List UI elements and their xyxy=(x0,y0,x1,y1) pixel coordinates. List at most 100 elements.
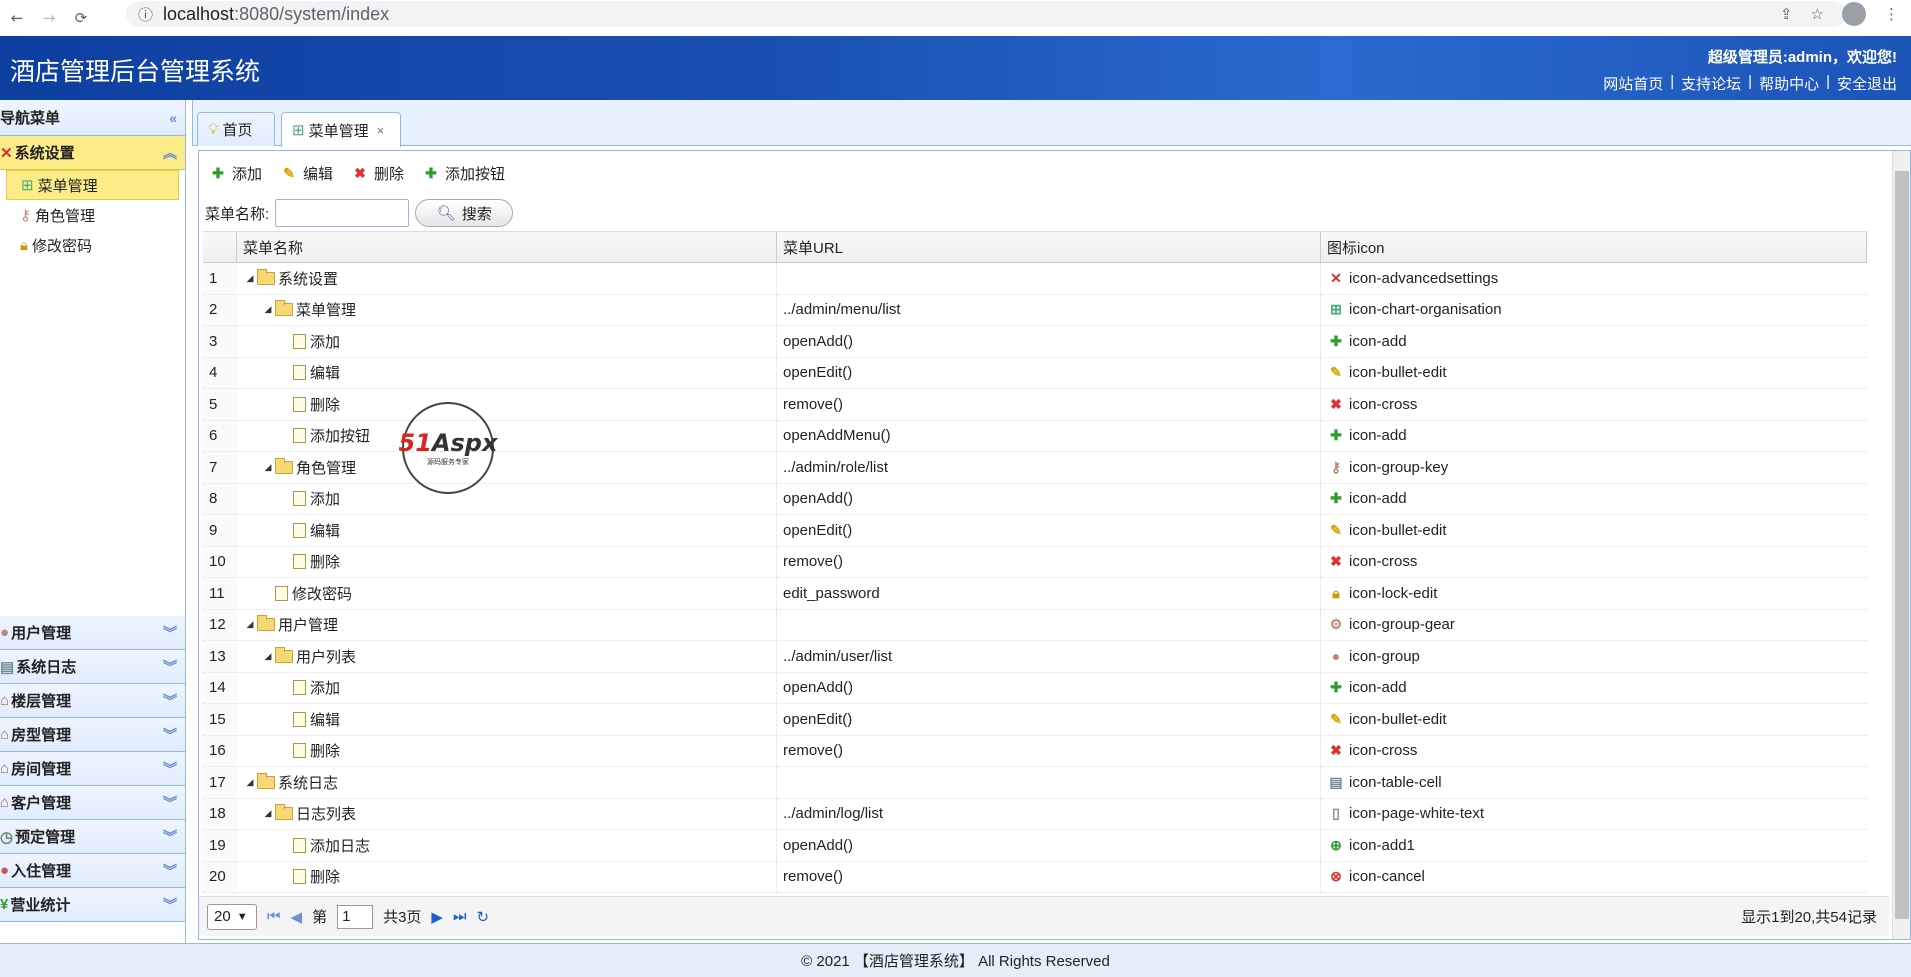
col-menu-name[interactable]: 菜单名称 xyxy=(237,232,777,262)
table-row[interactable]: 4 编辑 openEdit() ✎ icon-bullet-edit xyxy=(203,357,1867,389)
edit-button[interactable]: ✎ 编辑 xyxy=(280,163,333,184)
page-number-input[interactable]: 1 xyxy=(337,904,374,929)
add-button[interactable]: ✚ 添加 xyxy=(209,163,262,184)
table-row[interactable]: 19 添加日志 openAdd() ⊕ icon-add1 xyxy=(203,830,1867,862)
accordion-label: 预定管理 xyxy=(15,829,76,846)
table-row[interactable]: 13 ◢ 用户列表 ../admin/user/list ● icon-group xyxy=(203,641,1867,673)
chevron-down-icon[interactable]: ︾ xyxy=(163,657,177,677)
expand-triangle-icon[interactable]: ◢ xyxy=(261,304,275,315)
chevron-down-icon[interactable]: ︾ xyxy=(163,623,177,643)
cell-icon: ✎ icon-bullet-edit xyxy=(1321,358,1867,389)
chevron-down-icon[interactable]: ︾ xyxy=(163,691,177,711)
row-number: 16 xyxy=(203,735,237,766)
vertical-scrollbar[interactable] xyxy=(1892,151,1910,939)
expand-triangle-icon[interactable]: ◢ xyxy=(243,619,257,630)
prev-page-icon[interactable]: ◀ xyxy=(291,908,303,926)
menu-name-text: 删除 xyxy=(310,869,341,887)
delete-button[interactable]: ✖ 删除 xyxy=(351,163,404,184)
sidebar-item-role-manage[interactable]: ⚷ 角色管理 xyxy=(0,200,185,230)
table-row[interactable]: 2 ◢ 菜单管理 ../admin/menu/list ⊞ icon-chart-orga… xyxy=(203,294,1867,326)
table-row[interactable]: 3 添加 openAdd() ✚ icon-add xyxy=(203,326,1867,358)
tab-menu-manage[interactable]: ⊞ 菜单管理 × xyxy=(281,112,401,147)
link-site-home[interactable]: 网站首页 xyxy=(1603,73,1663,94)
accordion-room-type-manage[interactable]: ⌂ 房型管理 ︾ xyxy=(0,718,185,752)
next-page-icon[interactable]: ▶ xyxy=(431,908,443,926)
sidebar-item-change-password[interactable]: 🔒︎ 修改密码 xyxy=(0,230,185,260)
chevron-down-icon[interactable]: ︾ xyxy=(163,861,177,881)
add-menu-button[interactable]: ✚ 添加按钮 xyxy=(422,163,505,184)
cell-menu-url xyxy=(777,609,1321,640)
accordion-system-log[interactable]: ▤ 系统日志 ︾ xyxy=(0,650,185,684)
expand-triangle-icon[interactable]: ◢ xyxy=(261,651,275,662)
cell-menu-url: openAdd() xyxy=(777,672,1321,703)
chevron-down-icon[interactable]: ︾ xyxy=(163,725,177,745)
reload-icon[interactable]: ⟳ xyxy=(68,5,94,31)
accordion-business-stats[interactable]: ¥ 营业统计 ︾ xyxy=(0,888,185,922)
cell-icon: 🔒︎ icon-lock-edit xyxy=(1321,578,1867,609)
file-icon xyxy=(293,428,306,444)
icon-name-text: icon-add xyxy=(1349,427,1407,445)
chevron-down-icon[interactable]: ︾ xyxy=(163,895,177,915)
col-icon[interactable]: 图标icon xyxy=(1321,232,1867,262)
accordion-label: 入住管理 xyxy=(11,863,72,880)
row-number: 13 xyxy=(203,641,237,672)
back-arrow-icon[interactable]: ← xyxy=(4,5,30,31)
accordion-reservation-manage[interactable]: ◷ 预定管理 ︾ xyxy=(0,820,185,854)
expand-triangle-icon[interactable]: ◢ xyxy=(261,808,275,819)
refresh-icon[interactable]: ↻ xyxy=(476,908,489,926)
menu-name-text: 菜单管理 xyxy=(296,302,357,320)
chevron-down-icon[interactable]: ︾ xyxy=(163,759,177,779)
accordion-customer-manage[interactable]: ⌂ 客户管理 ︾ xyxy=(0,786,185,820)
address-bar[interactable]: ⓘ localhost:8080/system/index xyxy=(126,1,1846,27)
last-page-icon[interactable]: ⏭ xyxy=(453,908,467,925)
expand-triangle-icon[interactable]: ◢ xyxy=(261,462,275,473)
file-icon xyxy=(275,585,288,601)
expand-triangle-icon[interactable]: ◢ xyxy=(243,273,257,284)
accordion-room-manage[interactable]: ⌂ 房间管理 ︾ xyxy=(0,752,185,786)
accordion-label: 营业统计 xyxy=(10,897,71,914)
tab-home[interactable]: 💡︎ 首页 xyxy=(197,112,275,146)
sidebar-item-menu-manage[interactable]: ⊞ 菜单管理 xyxy=(6,170,179,200)
first-page-icon[interactable]: ⏮ xyxy=(267,908,281,925)
table-row[interactable]: 11 修改密码 edit_password 🔒︎ icon-lock-edit xyxy=(203,578,1867,610)
cell-menu-name: 添加日志 xyxy=(237,830,777,861)
search-button[interactable]: 🔍︎ 搜索 xyxy=(415,199,514,227)
table-row[interactable]: 20 删除 remove() ⊗ icon-cancel xyxy=(203,861,1867,893)
browser-menu-icon[interactable]: ⋮ xyxy=(1884,5,1899,23)
info-icon[interactable]: ⓘ xyxy=(138,4,153,25)
chevron-up-icon[interactable]: ︽ xyxy=(163,143,177,163)
table-row[interactable]: 12 ◢ 用户管理 ⚙ icon-group-gear xyxy=(203,609,1867,641)
collapse-left-icon[interactable]: « xyxy=(169,110,177,126)
share-icon[interactable]: ⇪ xyxy=(1780,5,1793,23)
page-size-select[interactable]: 20 ▼ xyxy=(207,903,257,930)
table-row[interactable]: 16 删除 remove() ✖ icon-cross xyxy=(203,735,1867,767)
link-support-forum[interactable]: 支持论坛 xyxy=(1681,73,1741,94)
accordion-user-manage[interactable]: ● 用户管理 ︾ xyxy=(0,616,185,650)
chevron-down-icon[interactable]: ︾ xyxy=(163,827,177,847)
table-row[interactable]: 18 ◢ 日志列表 ../admin/log/list ▯ icon-page-white… xyxy=(203,798,1867,830)
add-icon: ✚ xyxy=(212,164,224,181)
link-help-center[interactable]: 帮助中心 xyxy=(1759,73,1819,94)
expand-triangle-icon[interactable]: ◢ xyxy=(243,777,257,788)
accordion-checkin-manage[interactable]: ● 入住管理 ︾ xyxy=(0,854,185,888)
content-panel: ✚ 添加 ✎ 编辑 ✖ 删除 ✚ 添加按钮 菜单名称: 🔍︎ 搜索 菜单名称 菜单URL … xyxy=(198,150,1911,940)
table-row[interactable]: 10 删除 remove() ✖ icon-cross xyxy=(203,546,1867,578)
close-icon[interactable]: × xyxy=(377,123,385,138)
accordion-system-settings[interactable]: ✕ 系统设置 ︽ xyxy=(0,136,185,170)
cell-icon: ⚷ icon-group-key xyxy=(1321,452,1867,483)
chevron-down-icon[interactable]: ︾ xyxy=(163,793,177,813)
profile-avatar-icon[interactable] xyxy=(1842,2,1866,26)
accordion-floor-manage[interactable]: ⌂ 楼层管理 ︾ xyxy=(0,684,185,718)
search-input[interactable] xyxy=(275,199,410,227)
table-row[interactable]: 17 ◢ 系统日志 ▤ icon-table-cell xyxy=(203,767,1867,799)
scrollbar-thumb[interactable] xyxy=(1895,171,1909,919)
table-row[interactable]: 14 添加 openAdd() ✚ icon-add xyxy=(203,672,1867,704)
table-row[interactable]: 1 ◢ 系统设置 ✕ icon-advancedsettings xyxy=(203,263,1867,295)
link-logout[interactable]: 安全退出 xyxy=(1837,73,1897,94)
forward-arrow-icon[interactable]: → xyxy=(36,5,62,31)
bookmark-star-icon[interactable]: ☆ xyxy=(1811,5,1824,23)
col-menu-url[interactable]: 菜单URL xyxy=(777,232,1321,262)
table-row[interactable]: 15 编辑 openEdit() ✎ icon-bullet-edit xyxy=(203,704,1867,736)
table-row[interactable]: 9 编辑 openEdit() ✎ icon-bullet-edit xyxy=(203,515,1867,547)
icon-name-text: icon-add xyxy=(1349,679,1407,697)
